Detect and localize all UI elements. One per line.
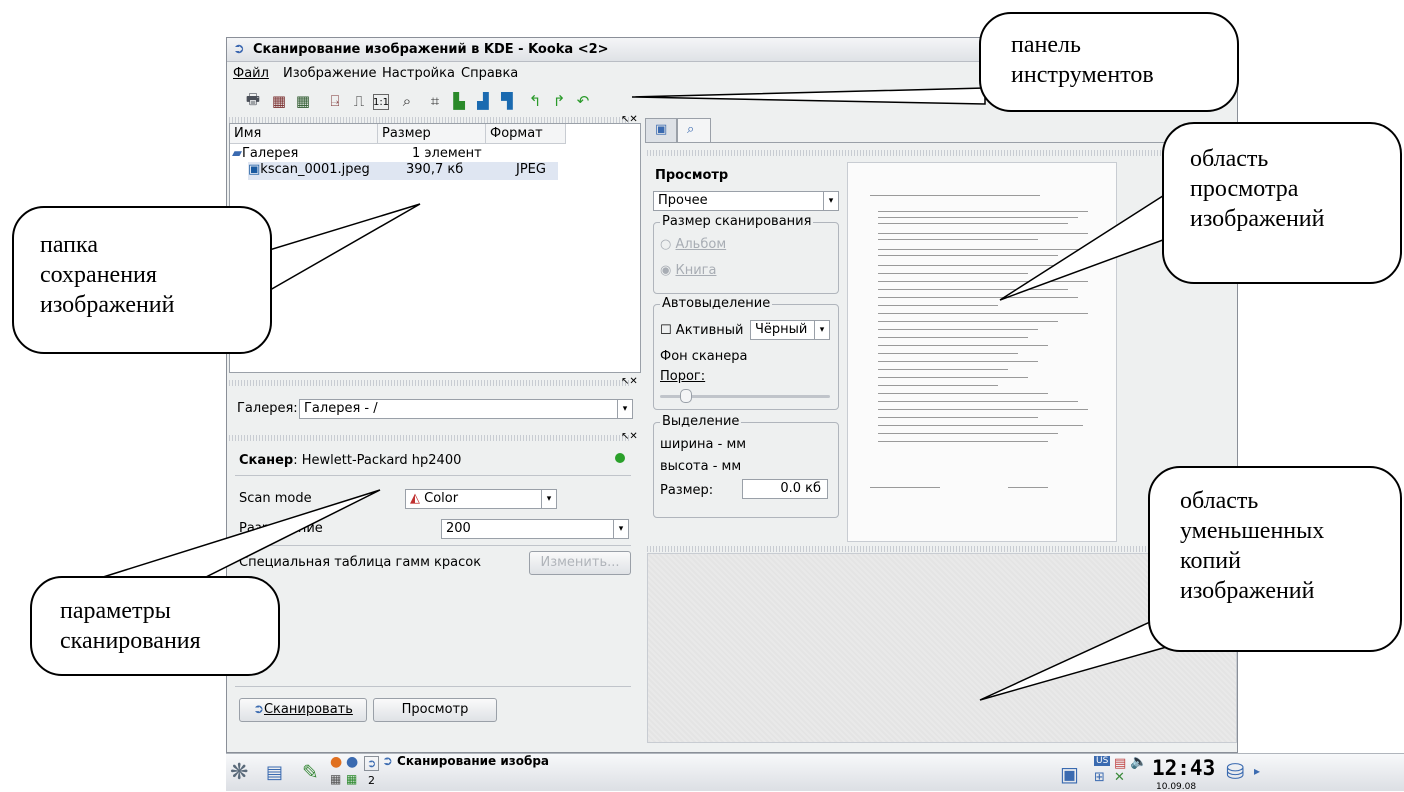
callout-line: инструментов [1011,62,1154,88]
callout-line: область [1180,488,1259,514]
callout-line: папка [40,232,98,258]
pointer-thumbs [979,621,1172,701]
callout-line: панель [1011,32,1081,58]
pointer-params [99,489,381,591]
callout-line: просмотра [1190,176,1299,202]
callout-line: изображений [40,292,175,318]
callout-line: изображений [1190,206,1325,232]
callout-line: сканирования [60,628,201,654]
callout-line: сохранения [40,262,157,288]
callout-line: изображений [1180,578,1315,604]
callout-line: уменьшенных [1180,518,1325,544]
callout-folder: папка сохранения изображений [12,206,272,354]
callout-thumbs: область уменьшенных копий изображений [1148,466,1402,652]
callout-preview: область просмотра изображений [1162,122,1402,284]
callout-line: копий [1180,548,1241,574]
callout-toolbar: панель инструментов [979,12,1239,112]
pointer-toolbar [631,87,986,105]
callout-line: параметры [60,598,171,624]
callout-line: область [1190,146,1269,172]
callout-params: параметры сканирования [30,576,280,676]
